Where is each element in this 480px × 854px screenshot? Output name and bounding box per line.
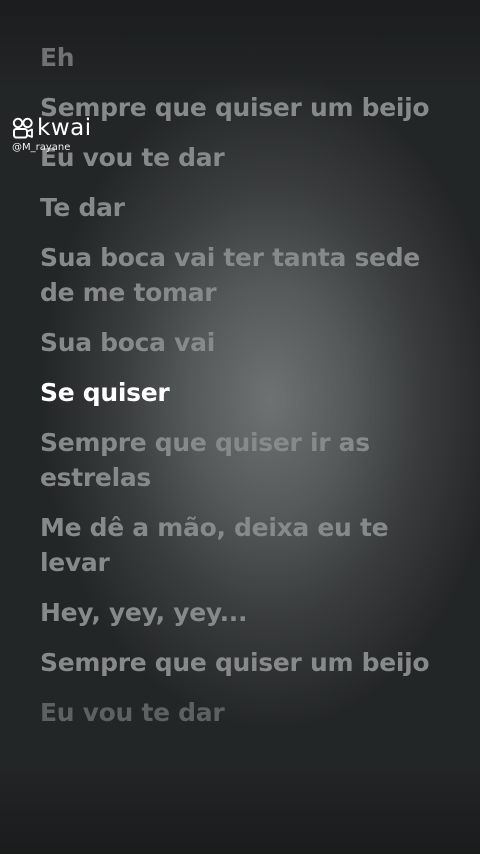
watermark-username: @M_rayane xyxy=(12,142,71,153)
lyrics-list[interactable]: Eh Sempre que quiser um beijo Eu vou te … xyxy=(40,40,450,745)
watermark-brand: kwai xyxy=(37,115,92,141)
kwai-watermark: kwai @M_rayane xyxy=(12,116,92,154)
lyric-line[interactable]: Sua boca vai xyxy=(40,325,450,360)
lyric-line[interactable]: Eh xyxy=(40,40,450,75)
current-lyric-line[interactable]: Se quiser xyxy=(40,375,450,410)
lyric-line[interactable]: Te dar xyxy=(40,190,450,225)
lyric-line[interactable]: Sua boca vai ter tanta sede de me tomar xyxy=(40,240,450,310)
lyric-line[interactable]: Sempre que quiser um beijo xyxy=(40,645,450,680)
kwai-logo-icon xyxy=(12,117,33,139)
lyric-line[interactable]: Hey, yey, yey... xyxy=(40,595,450,630)
lyric-line[interactable]: Sempre que quiser ir as estrelas xyxy=(40,425,450,495)
watermark-brand-row: kwai xyxy=(12,116,92,140)
lyric-line[interactable]: Eu vou te dar xyxy=(40,695,450,730)
lyric-line[interactable]: Sempre que quiser um beijo xyxy=(40,90,450,125)
lyric-line[interactable]: Eu vou te dar xyxy=(40,140,450,175)
lyric-line[interactable]: Me dê a mão, deixa eu te levar xyxy=(40,510,450,580)
lyrics-screen: Eh Sempre que quiser um beijo Eu vou te … xyxy=(0,0,480,854)
